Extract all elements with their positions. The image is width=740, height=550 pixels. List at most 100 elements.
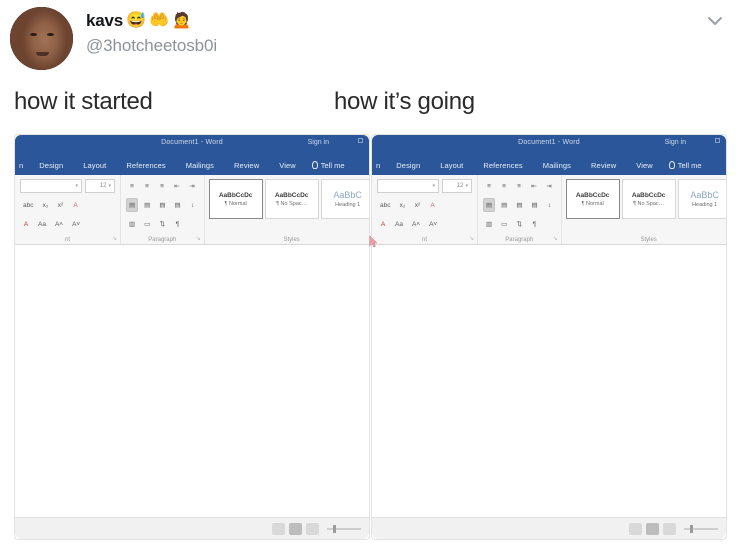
web-layout-button[interactable] bbox=[663, 522, 676, 535]
shrink-font-button[interactable]: A˅ bbox=[69, 217, 83, 231]
tab-mailings[interactable]: Mailings bbox=[533, 161, 581, 170]
align-right-button[interactable]: ▤ bbox=[513, 198, 525, 212]
text-highlight-button[interactable]: A bbox=[20, 217, 32, 231]
word-window-left[interactable]: Document1 - Word Sign in n Design Layout… bbox=[15, 135, 369, 539]
numbering-button[interactable]: ≡ bbox=[498, 179, 510, 193]
zoom-slider[interactable] bbox=[684, 524, 718, 533]
minimize-icon[interactable] bbox=[715, 138, 720, 143]
font-family-combo[interactable]: ▾ bbox=[377, 179, 439, 193]
grow-font-button[interactable]: A˄ bbox=[409, 217, 423, 231]
ribbon-group-styles[interactable]: AaBbCcDc ¶ Normal AaBbCcDc ¶ No Spac… Aa… bbox=[562, 175, 726, 244]
word-ribbon[interactable]: ▾ 12 ▾ abc x₂ x² A A Aa A˄ A˅ nt ↘ ≡ ≡ ≡… bbox=[372, 175, 726, 245]
increase-indent-button[interactable]: ⇥ bbox=[543, 179, 555, 193]
zoom-slider[interactable] bbox=[327, 524, 361, 533]
font-row-2[interactable]: abc x₂ x² A bbox=[377, 197, 472, 213]
style-heading-1[interactable]: AaBbC Heading 1 bbox=[320, 179, 369, 219]
ribbon-group-styles[interactable]: AaBbCcDc ¶ Normal AaBbCcDc ¶ No Spac… Aa… bbox=[205, 175, 369, 244]
numbering-button[interactable]: ≡ bbox=[141, 179, 153, 193]
change-case-button[interactable]: Aa bbox=[35, 217, 49, 231]
style-normal[interactable]: AaBbCcDc ¶ Normal bbox=[208, 179, 263, 219]
align-left-button[interactable]: ▤ bbox=[483, 198, 496, 212]
user-handle[interactable]: @3hotcheetosb0i bbox=[86, 36, 217, 56]
print-layout-button[interactable] bbox=[646, 522, 659, 535]
paragraph-dialog-launcher[interactable]: ↘ bbox=[553, 235, 558, 242]
window-controls[interactable] bbox=[358, 138, 363, 143]
tab-view[interactable]: View bbox=[626, 161, 663, 170]
align-left-button[interactable]: ▤ bbox=[126, 198, 139, 212]
tab-layout[interactable]: Layout bbox=[73, 161, 116, 170]
tab-design[interactable]: Design bbox=[29, 161, 73, 170]
text-effects-button[interactable]: A bbox=[426, 198, 438, 212]
styles-gallery[interactable]: AaBbCcDc ¶ Normal AaBbCcDc ¶ No Spac… Aa… bbox=[565, 179, 726, 219]
read-mode-button[interactable] bbox=[629, 522, 642, 535]
shading-button[interactable]: ▥ bbox=[483, 217, 495, 231]
tab-review[interactable]: Review bbox=[581, 161, 626, 170]
window-controls[interactable] bbox=[715, 138, 720, 143]
grow-font-button[interactable]: A˄ bbox=[52, 217, 66, 231]
font-size-combo[interactable]: 12 ▾ bbox=[442, 179, 472, 193]
borders-button[interactable]: ▭ bbox=[498, 217, 510, 231]
paragraph-dialog-launcher[interactable]: ↘ bbox=[196, 235, 201, 242]
sort-button[interactable]: ⇅ bbox=[156, 217, 168, 231]
multilevel-list-button[interactable]: ≡ bbox=[513, 179, 525, 193]
tell-me-search[interactable]: Tell me bbox=[311, 161, 345, 170]
font-row-2[interactable]: abc x₂ x² A bbox=[20, 197, 115, 213]
subscript-button[interactable]: x₂ bbox=[39, 198, 51, 212]
sign-in-button[interactable]: Sign in bbox=[665, 139, 686, 146]
document-canvas[interactable] bbox=[372, 245, 726, 517]
ribbon-group-paragraph[interactable]: ≡ ≡ ≡ ⇤ ⇥ ▤ ▤ ▤ ▤ ↕ ▥ ▭ ⇅ ¶ Paragraph ↘ bbox=[121, 175, 205, 244]
line-spacing-button[interactable]: ↕ bbox=[544, 198, 556, 212]
paragraph-row-3[interactable]: ▥ ▭ ⇅ ¶ bbox=[483, 216, 556, 232]
font-row-1[interactable]: ▾ 12 ▾ bbox=[20, 178, 115, 194]
decrease-indent-button[interactable]: ⇤ bbox=[171, 179, 183, 193]
tell-me-search[interactable]: Tell me bbox=[668, 161, 702, 170]
word-ribbon-tabs[interactable]: n Design Layout References Mailings Revi… bbox=[372, 155, 726, 175]
shrink-font-button[interactable]: A˅ bbox=[426, 217, 440, 231]
align-center-button[interactable]: ▤ bbox=[141, 198, 153, 212]
subscript-button[interactable]: x₂ bbox=[396, 198, 408, 212]
paragraph-row-3[interactable]: ▥ ▭ ⇅ ¶ bbox=[126, 216, 199, 232]
sign-in-button[interactable]: Sign in bbox=[308, 139, 329, 146]
tab-view[interactable]: View bbox=[269, 161, 306, 170]
style-normal[interactable]: AaBbCcDc ¶ Normal bbox=[565, 179, 620, 219]
justify-button[interactable]: ▤ bbox=[171, 198, 183, 212]
font-row-3[interactable]: A Aa A˄ A˅ bbox=[20, 216, 115, 232]
text-highlight-button[interactable]: A bbox=[377, 217, 389, 231]
style-heading-1[interactable]: AaBbC Heading 1 bbox=[677, 179, 726, 219]
paragraph-row-2[interactable]: ▤ ▤ ▤ ▤ ↕ bbox=[126, 197, 199, 213]
tab-home-clipped[interactable]: n bbox=[376, 161, 386, 170]
styles-gallery[interactable]: AaBbCcDc ¶ Normal AaBbCcDc ¶ No Spac… Aa… bbox=[208, 179, 369, 219]
paragraph-row-1[interactable]: ≡ ≡ ≡ ⇤ ⇥ bbox=[483, 178, 556, 194]
font-dialog-launcher[interactable]: ↘ bbox=[112, 235, 117, 242]
change-case-button[interactable]: Aa bbox=[392, 217, 406, 231]
display-name-row[interactable]: kavs 😅 🤲 🙍 bbox=[86, 11, 192, 31]
strikethrough-button[interactable]: abc bbox=[377, 198, 393, 212]
ribbon-group-font[interactable]: ▾ 12 ▾ abc x₂ x² A A Aa A˄ A˅ nt ↘ bbox=[15, 175, 121, 244]
align-center-button[interactable]: ▤ bbox=[498, 198, 510, 212]
word-ribbon[interactable]: ▾ 12 ▾ abc x₂ x² A A Aa A˄ A˅ nt ↘ ≡ ≡ ≡… bbox=[15, 175, 369, 245]
font-row-3[interactable]: A Aa A˄ A˅ bbox=[377, 216, 472, 232]
chevron-down-icon[interactable] bbox=[704, 10, 726, 32]
paragraph-row-1[interactable]: ≡ ≡ ≡ ⇤ ⇥ bbox=[126, 178, 199, 194]
show-formatting-marks-button[interactable]: ¶ bbox=[171, 217, 183, 231]
sort-button[interactable]: ⇅ bbox=[513, 217, 525, 231]
web-layout-button[interactable] bbox=[306, 522, 319, 535]
minimize-icon[interactable] bbox=[358, 138, 363, 143]
tab-references[interactable]: References bbox=[116, 161, 175, 170]
word-ribbon-tabs[interactable]: n Design Layout References Mailings Revi… bbox=[15, 155, 369, 175]
font-size-combo[interactable]: 12 ▾ bbox=[85, 179, 115, 193]
decrease-indent-button[interactable]: ⇤ bbox=[528, 179, 540, 193]
bullets-button[interactable]: ≡ bbox=[126, 179, 138, 193]
style-no-spacing[interactable]: AaBbCcDc ¶ No Spac… bbox=[264, 179, 319, 219]
zoom-slider-knob[interactable] bbox=[690, 524, 693, 533]
align-right-button[interactable]: ▤ bbox=[156, 198, 168, 212]
paragraph-row-2[interactable]: ▤ ▤ ▤ ▤ ↕ bbox=[483, 197, 556, 213]
ribbon-group-paragraph[interactable]: ≡ ≡ ≡ ⇤ ⇥ ▤ ▤ ▤ ▤ ↕ ▥ ▭ ⇅ ¶ Paragraph ↘ bbox=[478, 175, 562, 244]
font-row-1[interactable]: ▾ 12 ▾ bbox=[377, 178, 472, 194]
text-effects-button[interactable]: A bbox=[69, 198, 81, 212]
borders-button[interactable]: ▭ bbox=[141, 217, 153, 231]
tab-mailings[interactable]: Mailings bbox=[176, 161, 224, 170]
word-status-bar[interactable] bbox=[15, 517, 369, 539]
show-formatting-marks-button[interactable]: ¶ bbox=[528, 217, 540, 231]
ribbon-group-font[interactable]: ▾ 12 ▾ abc x₂ x² A A Aa A˄ A˅ nt ↘ bbox=[372, 175, 478, 244]
